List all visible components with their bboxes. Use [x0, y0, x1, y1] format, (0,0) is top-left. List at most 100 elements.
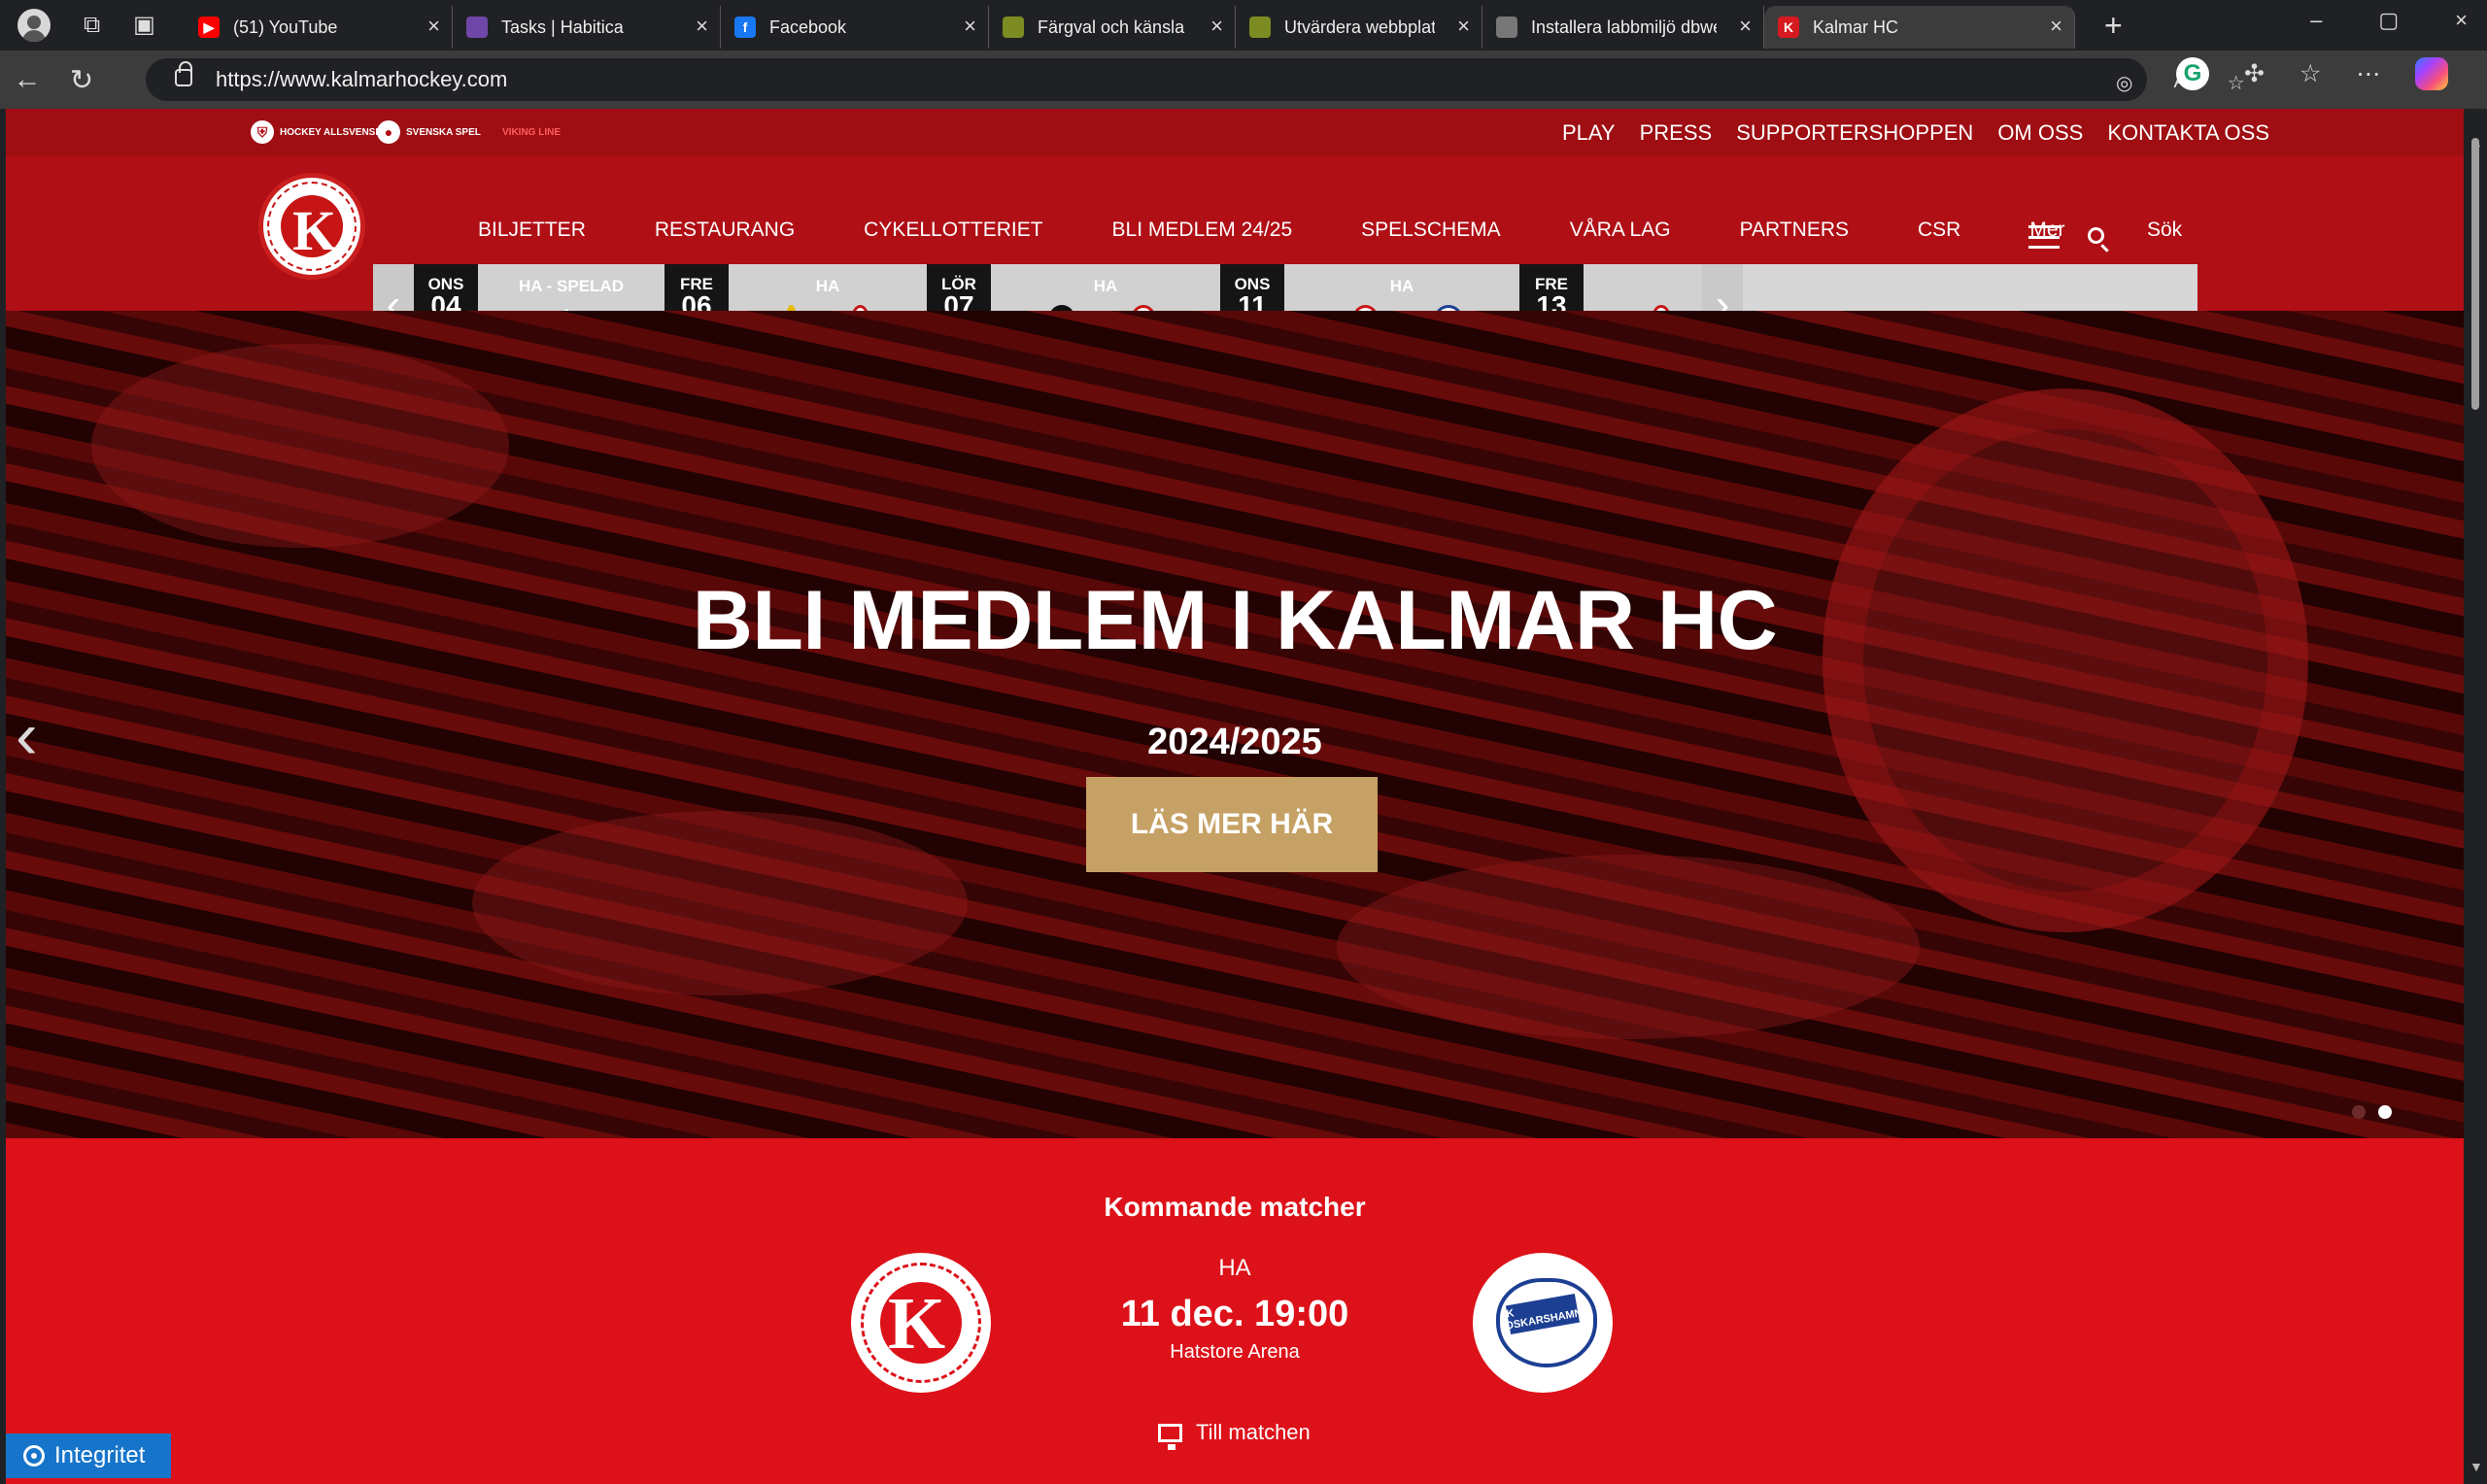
match-link[interactable]: Till matchen [1158, 1420, 1311, 1450]
browser-tab[interactable]: ▶ (51) YouTube × [185, 6, 453, 49]
profile-icon[interactable] [17, 9, 51, 42]
web-page-viewport: ⛨ HOCKEY ALLSVENSKAN ● SVENSKA SPEL VIKI… [6, 109, 2464, 1484]
browser-tab[interactable]: Tasks | Habitica × [453, 6, 721, 49]
tab-title: (51) YouTube [233, 17, 338, 37]
crowd-shape [1337, 855, 1920, 1039]
hero-subtitle: 2024/2025 [1147, 722, 1322, 762]
crowd-shape [472, 811, 968, 995]
refresh-icon[interactable]: ↻ [54, 63, 109, 97]
schedule-status: HA [1093, 277, 1118, 295]
hero-title: BLI MEDLEM I KALMAR HC [692, 574, 1778, 667]
utility-link-kontakta-oss[interactable]: KONTAKTA OSS [2107, 120, 2269, 146]
browser-tabs: ▶ (51) YouTube × Tasks | Habitica × f Facebook… [185, 0, 2075, 51]
upcoming-matches-section: Kommande matcher K HA 11 dec. 19:00 Hats… [6, 1138, 2464, 1484]
close-tab-icon[interactable]: × [964, 14, 976, 39]
browser-left-controls: ⧉ ▣ [0, 9, 185, 42]
utility-bar: ⛨ HOCKEY ALLSVENSKAN ● SVENSKA SPEL VIKI… [6, 109, 2464, 155]
kalmar-hc-logo[interactable]: K [258, 173, 365, 280]
read-more-button[interactable]: LÄS MER HÄR [1086, 777, 1378, 872]
primary-nav-links: BILJETTER RESTAURANG CYKELLOTTERIET BLI … [478, 219, 2065, 242]
tab-title: Utvärdera webbplatsers l [1284, 17, 1435, 37]
browser-tab[interactable]: Utvärdera webbplatsers l × [1236, 6, 1482, 49]
browser-tab[interactable]: f Facebook × [721, 6, 989, 49]
hockeyallsvenskan-logo[interactable]: ⛨ HOCKEY ALLSVENSKAN [251, 118, 396, 146]
browser-tab[interactable]: Färgval och känsla | Osca × [989, 6, 1236, 49]
scroll-thumb[interactable] [2471, 138, 2479, 410]
carousel-dot-active[interactable] [2378, 1105, 2392, 1119]
utility-links: PLAY PRESS SUPPORTERSHOPPEN OM OSS KONTA… [1562, 120, 2269, 146]
schedule-status: HA [1389, 277, 1414, 295]
tab-title: Facebook [769, 17, 847, 37]
nav-restaurang[interactable]: RESTAURANG [655, 219, 795, 242]
carousel-dot[interactable] [2352, 1105, 2366, 1119]
nav-cykellotteriet[interactable]: CYKELLOTTERIET [864, 219, 1042, 242]
upcoming-matches-title: Kommande matcher [1104, 1192, 1366, 1222]
hero-banner: ‹ BLI MEDLEM I KALMAR HC 2024/2025 LÄS M… [6, 311, 2464, 1138]
close-tab-icon[interactable]: × [1210, 14, 1223, 39]
page-scrollbar[interactable]: ▲ ▼ [2464, 109, 2487, 1484]
schedule-status: HA [815, 277, 840, 295]
habitica-icon [466, 17, 488, 38]
facebook-icon: f [734, 17, 756, 38]
browser-tab[interactable]: Installera labbmiljö dbwe × [1482, 6, 1764, 49]
nav-spelschema[interactable]: SPELSCHEMA [1361, 219, 1501, 242]
url-text: https://www.kalmarhockey.com [216, 67, 508, 91]
utility-link-press[interactable]: PRESS [1640, 120, 1713, 146]
schedule-status: HA - SPELAD [519, 277, 624, 295]
gear-icon [23, 1445, 45, 1467]
browser-extensions: G ✣ ☆ ⋯ [2176, 57, 2449, 90]
away-team-logo: IK OSKARSHAMN [1473, 1253, 1613, 1393]
search-icon[interactable] [2088, 227, 2104, 244]
utility-link-supportershoppen[interactable]: SUPPORTERSHOPPEN [1736, 120, 1973, 146]
close-tab-icon[interactable]: × [2050, 14, 2062, 39]
nav-csr[interactable]: CSR [1918, 219, 1960, 242]
nav-bli-medlem[interactable]: BLI MEDLEM 24/25 [1112, 219, 1293, 242]
extensions-icon[interactable]: ✣ [2244, 59, 2265, 88]
monitor-icon [1158, 1423, 1182, 1450]
restore-icon[interactable]: ▢ [2378, 8, 2399, 33]
search-link[interactable]: Sök [2147, 219, 2182, 242]
minimize-icon[interactable]: – [2310, 8, 2322, 33]
carousel-dots [2352, 1105, 2392, 1119]
scroll-down-arrow[interactable]: ▼ [2470, 1459, 2483, 1474]
nav-vara-lag[interactable]: VÅRA LAG [1570, 219, 1671, 242]
grammarly-icon[interactable]: G [2176, 57, 2209, 90]
k-logo-mark: K [292, 199, 337, 262]
close-window-icon[interactable]: × [2455, 8, 2468, 33]
tab-title: Färgval och känsla | Osca [1038, 17, 1188, 37]
back-icon[interactable]: ← [0, 64, 54, 96]
svenska-spel-logo[interactable]: ● SVENSKA SPEL [377, 118, 481, 146]
workspaces-icon[interactable]: ⧉ [84, 14, 100, 37]
close-tab-icon[interactable]: × [427, 14, 440, 39]
close-tab-icon[interactable]: × [1739, 14, 1752, 39]
tab-title: Kalmar HC [1813, 17, 1899, 37]
copilot-icon[interactable] [2415, 57, 2449, 90]
hero-text: BLI MEDLEM I KALMAR HC 2024/2025 [6, 573, 2464, 763]
viking-line-logo[interactable]: VIKING LINE [502, 118, 561, 146]
crowd-shape [91, 344, 509, 548]
venue-type: HA [1218, 1255, 1251, 1281]
privacy-button[interactable]: Integritet [6, 1433, 171, 1478]
match-time: 11 dec. 19:00 [1120, 1294, 1349, 1334]
more-menu-icon[interactable]: ⋯ [2356, 59, 2380, 88]
tab-title: Installera labbmiljö dbwe [1531, 17, 1717, 37]
lock-icon[interactable] [175, 61, 192, 86]
utility-link-play[interactable]: PLAY [1562, 120, 1616, 146]
nav-biljetter[interactable]: BILJETTER [478, 219, 586, 242]
new-tab-button[interactable]: + [2104, 8, 2123, 44]
shield-icon: ⛨ [251, 120, 274, 144]
close-tab-icon[interactable]: × [696, 14, 708, 39]
tab-active[interactable]: K Kalmar HC × [1764, 6, 2075, 49]
tab-title: Tasks | Habitica [501, 17, 624, 37]
ik-oskarshamn-logo-text: IK OSKARSHAMN [1502, 1293, 1584, 1335]
hamburger-menu-icon[interactable] [2028, 225, 2060, 249]
window-controls: – ▢ × [2310, 8, 2468, 33]
favorites-icon[interactable]: ☆ [2300, 59, 2321, 88]
close-tab-icon[interactable]: × [1457, 14, 1470, 39]
vertical-tabs-icon[interactable]: ▣ [133, 14, 155, 37]
globe-icon [1496, 17, 1517, 38]
nav-partners[interactable]: PARTNERS [1740, 219, 1849, 242]
utility-link-om-oss[interactable]: OM OSS [1997, 120, 2083, 146]
tracking-prevention-icon[interactable]: ◎ [2116, 71, 2132, 95]
address-bar[interactable]: https://www.kalmarhockey.com ◎ A ☆ [146, 58, 2245, 101]
